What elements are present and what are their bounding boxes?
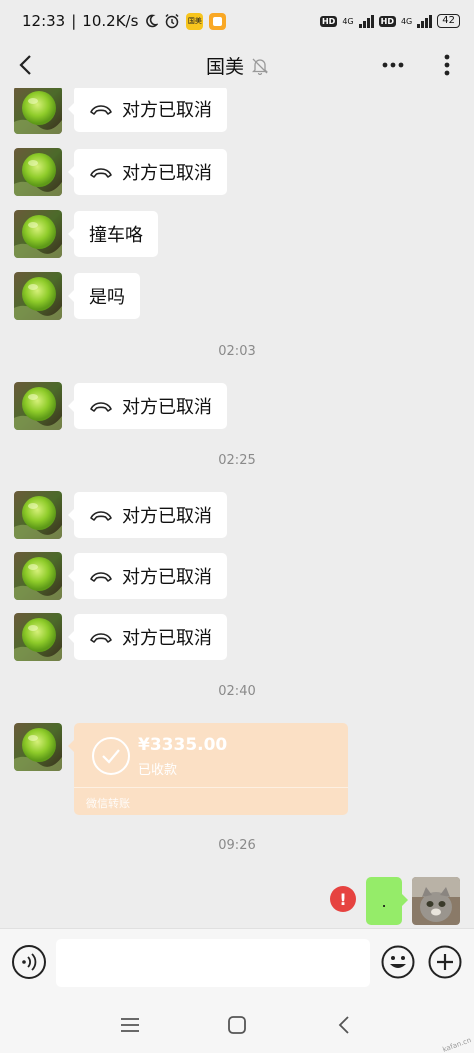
text-message-bubble[interactable]: 是吗 xyxy=(68,273,140,319)
contact-avatar[interactable] xyxy=(14,613,62,661)
app-notification-icon: 国美 xyxy=(186,12,204,30)
watermark: kafan.cn xyxy=(441,1036,473,1053)
transfer-status: 已收款 xyxy=(138,763,178,778)
network-speed: 10.2K/s xyxy=(82,12,139,30)
more-horizontal-icon xyxy=(382,62,404,68)
call-message-bubble[interactable]: 对方已取消 xyxy=(68,88,227,132)
contact-avatar[interactable] xyxy=(14,552,62,600)
message-text: . xyxy=(381,891,387,911)
home-button[interactable] xyxy=(224,1012,250,1038)
bell-off-icon xyxy=(252,58,268,75)
message-text: 对方已取消 xyxy=(122,567,212,588)
message-text: 对方已取消 xyxy=(122,397,212,418)
more-functions-button[interactable] xyxy=(428,945,462,979)
contact-avatar[interactable] xyxy=(14,272,62,320)
phone-hangup-icon xyxy=(90,572,112,582)
signal-type-2: 4G xyxy=(400,16,413,26)
emoji-button[interactable] xyxy=(381,945,415,979)
more-button[interactable] xyxy=(380,54,410,76)
moon-icon xyxy=(144,14,159,28)
hd-badge-2: HD xyxy=(378,15,396,27)
message-timestamp: 02:40 xyxy=(218,684,256,699)
transfer-footer: 微信转账 xyxy=(86,797,130,810)
message-text: 对方已取消 xyxy=(122,163,212,184)
menu-button[interactable] xyxy=(117,1012,143,1038)
status-time: 12:33 xyxy=(22,12,66,30)
divider xyxy=(74,787,348,788)
chat-header: 国美 xyxy=(0,42,474,88)
call-message-bubble[interactable]: 对方已取消 xyxy=(68,492,227,538)
status-bar: 12:33 | 10.2K/s 国美 HD 4G HD 4G 42 xyxy=(0,0,474,42)
home-square-icon xyxy=(228,1016,246,1034)
call-message-bubble[interactable]: 对方已取消 xyxy=(68,149,227,195)
back-triangle-icon xyxy=(338,1016,349,1034)
send-failed-icon[interactable]: ! xyxy=(330,886,356,912)
transfer-amount: ¥3335.00 xyxy=(138,735,228,755)
contact-avatar[interactable] xyxy=(14,723,62,771)
hd-badge: HD xyxy=(319,15,338,27)
system-navigation-bar: kafan.cn xyxy=(0,996,474,1053)
text-message-bubble[interactable]: 撞车咯 xyxy=(68,211,158,257)
message-timestamp: 02:25 xyxy=(218,453,256,468)
more-vertical-icon xyxy=(444,54,450,76)
contact-avatar[interactable] xyxy=(14,491,62,539)
contact-name: 国美 xyxy=(205,56,244,78)
phone-hangup-icon xyxy=(90,168,112,178)
system-back-button[interactable] xyxy=(331,1012,357,1038)
message-text: 对方已取消 xyxy=(122,628,212,649)
phone-hangup-icon xyxy=(90,633,112,643)
message-text: 撞车咯 xyxy=(89,225,143,246)
phone-hangup-icon xyxy=(90,511,112,521)
signal-bars-icon xyxy=(358,14,374,28)
input-bar xyxy=(0,928,474,996)
contact-avatar[interactable] xyxy=(14,148,62,196)
contact-avatar[interactable] xyxy=(14,210,62,258)
contact-avatar[interactable] xyxy=(14,88,62,134)
signal-type: 4G xyxy=(342,16,354,26)
message-list[interactable]: 对方已取消 对方已取消 撞车咯 是吗 02:03 对方已取消 02:25 对方已… xyxy=(0,88,474,928)
battery-icon: 42 xyxy=(437,14,460,28)
check-circle-icon xyxy=(92,737,130,775)
transfer-card[interactable]: ¥3335.00 已收款 微信转账 xyxy=(68,723,348,815)
phone-hangup-icon xyxy=(90,402,112,412)
message-text: 对方已取消 xyxy=(122,506,212,527)
emoji-icon xyxy=(381,945,415,979)
call-message-bubble[interactable]: 对方已取消 xyxy=(68,553,227,599)
call-message-bubble[interactable]: 对方已取消 xyxy=(68,614,227,660)
plus-circle-icon xyxy=(428,945,462,979)
message-timestamp: 02:03 xyxy=(218,344,256,359)
sent-message-bubble[interactable]: . xyxy=(366,877,408,925)
message-text: 是吗 xyxy=(89,287,125,308)
message-timestamp: 09:26 xyxy=(218,838,256,853)
options-button[interactable] xyxy=(437,52,457,78)
message-input[interactable] xyxy=(56,939,370,987)
voice-button[interactable] xyxy=(12,945,46,979)
notes-notification-icon xyxy=(209,12,227,30)
my-avatar[interactable] xyxy=(412,877,460,925)
signal-bars-icon-2 xyxy=(417,14,433,28)
alarm-icon xyxy=(164,13,180,29)
message-text: 对方已取消 xyxy=(122,100,212,121)
call-message-bubble[interactable]: 对方已取消 xyxy=(68,383,227,429)
phone-hangup-icon xyxy=(90,105,112,115)
contact-avatar[interactable] xyxy=(14,382,62,430)
voice-icon xyxy=(22,953,37,971)
menu-icon xyxy=(121,1018,139,1032)
